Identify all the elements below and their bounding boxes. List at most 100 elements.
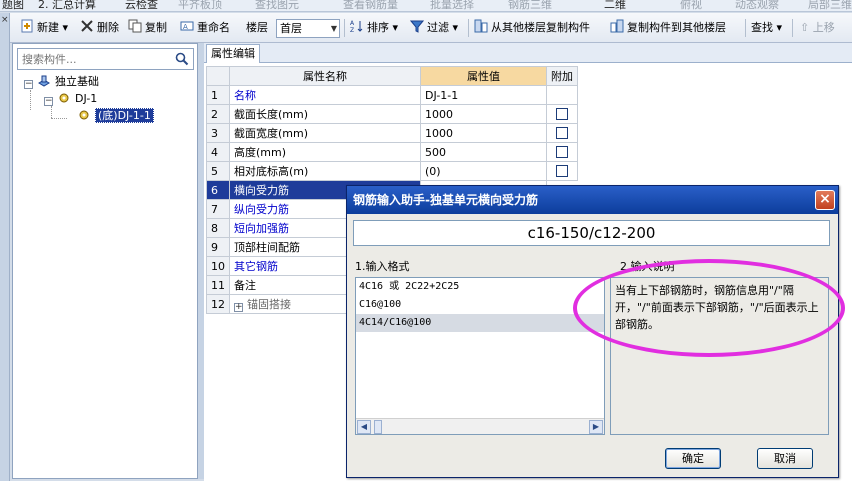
copy-icon <box>128 19 142 33</box>
property-value-cell[interactable]: 500 <box>420 142 547 162</box>
delete-button[interactable]: 删除 <box>80 19 119 37</box>
new-button[interactable]: 新建 ▾ <box>20 19 68 37</box>
property-value-cell[interactable]: (0) <box>420 161 547 181</box>
copy-button[interactable]: 复制 <box>128 19 167 37</box>
list-item[interactable]: 4C14/C16@100 <box>356 314 604 332</box>
gear-icon <box>79 110 89 120</box>
floor-select[interactable]: 首层 ▼ <box>276 19 340 38</box>
copy-to-floor-button[interactable]: 复制构件到其他楼层 <box>610 19 726 37</box>
sort-icon: AZ <box>350 20 363 33</box>
top-item-orbit[interactable]: 动态观察 <box>735 0 779 11</box>
table-header-row: 属性名称 属性值 附加 <box>206 66 578 86</box>
top-item-local-3d[interactable]: 局部三维 <box>808 0 852 11</box>
top-item-find[interactable]: 查找图元 <box>255 0 299 11</box>
extra-checkbox[interactable] <box>556 126 568 139</box>
close-icon[interactable]: × <box>1 15 9 25</box>
rebar-formula-field[interactable]: c16-150/c12-200 <box>353 220 830 246</box>
extra-checkbox[interactable] <box>556 145 568 158</box>
dialog-title[interactable]: 钢筋输入助手-独基单元横向受力筋 <box>347 186 838 214</box>
svg-text:A: A <box>183 23 188 31</box>
expand-icon[interactable]: + <box>234 303 243 312</box>
extra-cell <box>546 161 578 181</box>
toolbar-separator <box>468 19 469 37</box>
tree-line <box>30 90 31 110</box>
left-dock-stripe: × <box>0 13 10 481</box>
top-item-0[interactable]: 题图 <box>2 0 24 11</box>
tree-node-isolated-foundation[interactable]: − 独立基础 <box>24 74 99 90</box>
row-number: 1 <box>206 85 230 105</box>
list-item[interactable]: C16@100 <box>356 296 604 314</box>
row-number: 4 <box>206 142 230 162</box>
list-item[interactable]: 4C16 或 2C22+2C25 <box>356 278 604 296</box>
rename-button[interactable]: A 重命名 <box>180 19 230 37</box>
top-item-cloud-check[interactable]: 云检查 <box>125 0 158 11</box>
name-column-header: 属性名称 <box>229 66 421 86</box>
format-section-label: 1.输入格式 <box>355 260 410 273</box>
top-item-calc[interactable]: 2. 汇总计算 <box>38 0 96 11</box>
cancel-button[interactable]: 取消 <box>757 448 813 469</box>
table-row[interactable]: 1 名称 DJ-1-1 <box>206 85 578 105</box>
top-item-view-rebar[interactable]: 查看钢筋量 <box>343 0 398 11</box>
extra-cell <box>546 123 578 143</box>
top-item-batch[interactable]: 批量选择 <box>430 0 474 11</box>
extra-cell <box>546 142 578 162</box>
filter-button[interactable]: 过滤 ▾ <box>410 19 458 37</box>
format-list[interactable]: 4C16 或 2C22+2C25 C16@100 4C14/C16@100 ◀ … <box>355 277 605 435</box>
collapse-icon[interactable]: − <box>24 80 33 89</box>
scroll-right-icon[interactable]: ▶ <box>589 420 603 434</box>
property-value-cell[interactable]: 1000 <box>420 123 547 143</box>
scroll-thumb[interactable] <box>374 420 382 434</box>
find-button[interactable]: 查找 ▾ <box>751 19 782 37</box>
table-row[interactable]: 2 截面长度(mm) 1000 <box>206 104 578 124</box>
row-number-header <box>206 66 230 86</box>
row-number: 5 <box>206 161 230 181</box>
table-row[interactable]: 4 高度(mm) 500 <box>206 142 578 162</box>
property-name-text: 备注 <box>234 279 256 292</box>
extra-checkbox[interactable] <box>556 164 568 177</box>
extra-checkbox[interactable] <box>556 107 568 120</box>
search-input[interactable] <box>18 49 168 69</box>
row-number: 11 <box>206 275 230 295</box>
tree-node-dj-1-1[interactable]: (底)DJ-1-1 <box>77 108 154 124</box>
row-number: 9 <box>206 237 230 257</box>
property-name-text: 截面长度(mm) <box>234 108 309 121</box>
foundation-icon <box>38 75 50 87</box>
tree-node-dj-1[interactable]: − DJ-1 <box>44 91 97 107</box>
main-toolbar: 新建 ▾ 删除 复制 A 重命名 楼层 首层 ▼ A Z 排序 ▾ 过滤 ▾ 从其他楼层… <box>0 13 852 43</box>
property-name-text: 短向加强筋 <box>234 222 289 235</box>
move-up-button[interactable]: ⇧ 上移 <box>800 19 835 37</box>
toolbar-separator <box>344 19 345 37</box>
row-number: 7 <box>206 199 230 219</box>
description-section-label: 2.输入说明 <box>620 260 675 273</box>
filter-icon <box>410 20 424 33</box>
extra-cell <box>546 104 578 124</box>
property-value-cell[interactable]: DJ-1-1 <box>420 85 547 105</box>
search-icon[interactable] <box>175 52 189 66</box>
extra-cell <box>546 85 578 105</box>
svg-text:Z: Z <box>350 27 354 33</box>
top-item-2d[interactable]: 二维 <box>604 0 626 11</box>
sort-button[interactable]: A Z 排序 ▾ <box>350 19 398 37</box>
tab-property-edit[interactable]: 属性编辑 <box>206 44 260 63</box>
table-row[interactable]: 3 截面宽度(mm) 1000 <box>206 123 578 143</box>
property-name-text: 高度(mm) <box>234 146 287 159</box>
up-arrow-icon: ⇧ <box>800 21 810 34</box>
top-item-rebar-3d[interactable]: 钢筋三维 <box>508 0 552 11</box>
close-icon[interactable]: × <box>815 190 835 210</box>
delete-icon <box>81 20 93 32</box>
copy-from-floor-button[interactable]: 从其他楼层复制构件 <box>474 19 590 37</box>
property-name-text: 锚固搭接 <box>247 298 291 311</box>
row-number: 2 <box>206 104 230 124</box>
toolbar-separator <box>745 19 746 37</box>
property-value-cell[interactable]: 1000 <box>420 104 547 124</box>
row-number: 3 <box>206 123 230 143</box>
top-item-topview[interactable]: 俯视 <box>680 0 702 11</box>
scroll-left-icon[interactable]: ◀ <box>357 420 371 434</box>
description-box: 当有上下部钢筋时，钢筋信息用"/"隔开，"/"前面表示下部钢筋，"/"后面表示上… <box>610 277 829 435</box>
horizontal-scrollbar[interactable]: ◀ ▶ <box>356 418 604 434</box>
top-item-flat[interactable]: 平齐板顶 <box>178 0 222 11</box>
table-row[interactable]: 5 相对底标高(m) (0) <box>206 161 578 181</box>
collapse-icon[interactable]: − <box>44 97 53 106</box>
ok-button[interactable]: 确定 <box>665 448 721 469</box>
property-name-text: 截面宽度(mm) <box>234 127 309 140</box>
